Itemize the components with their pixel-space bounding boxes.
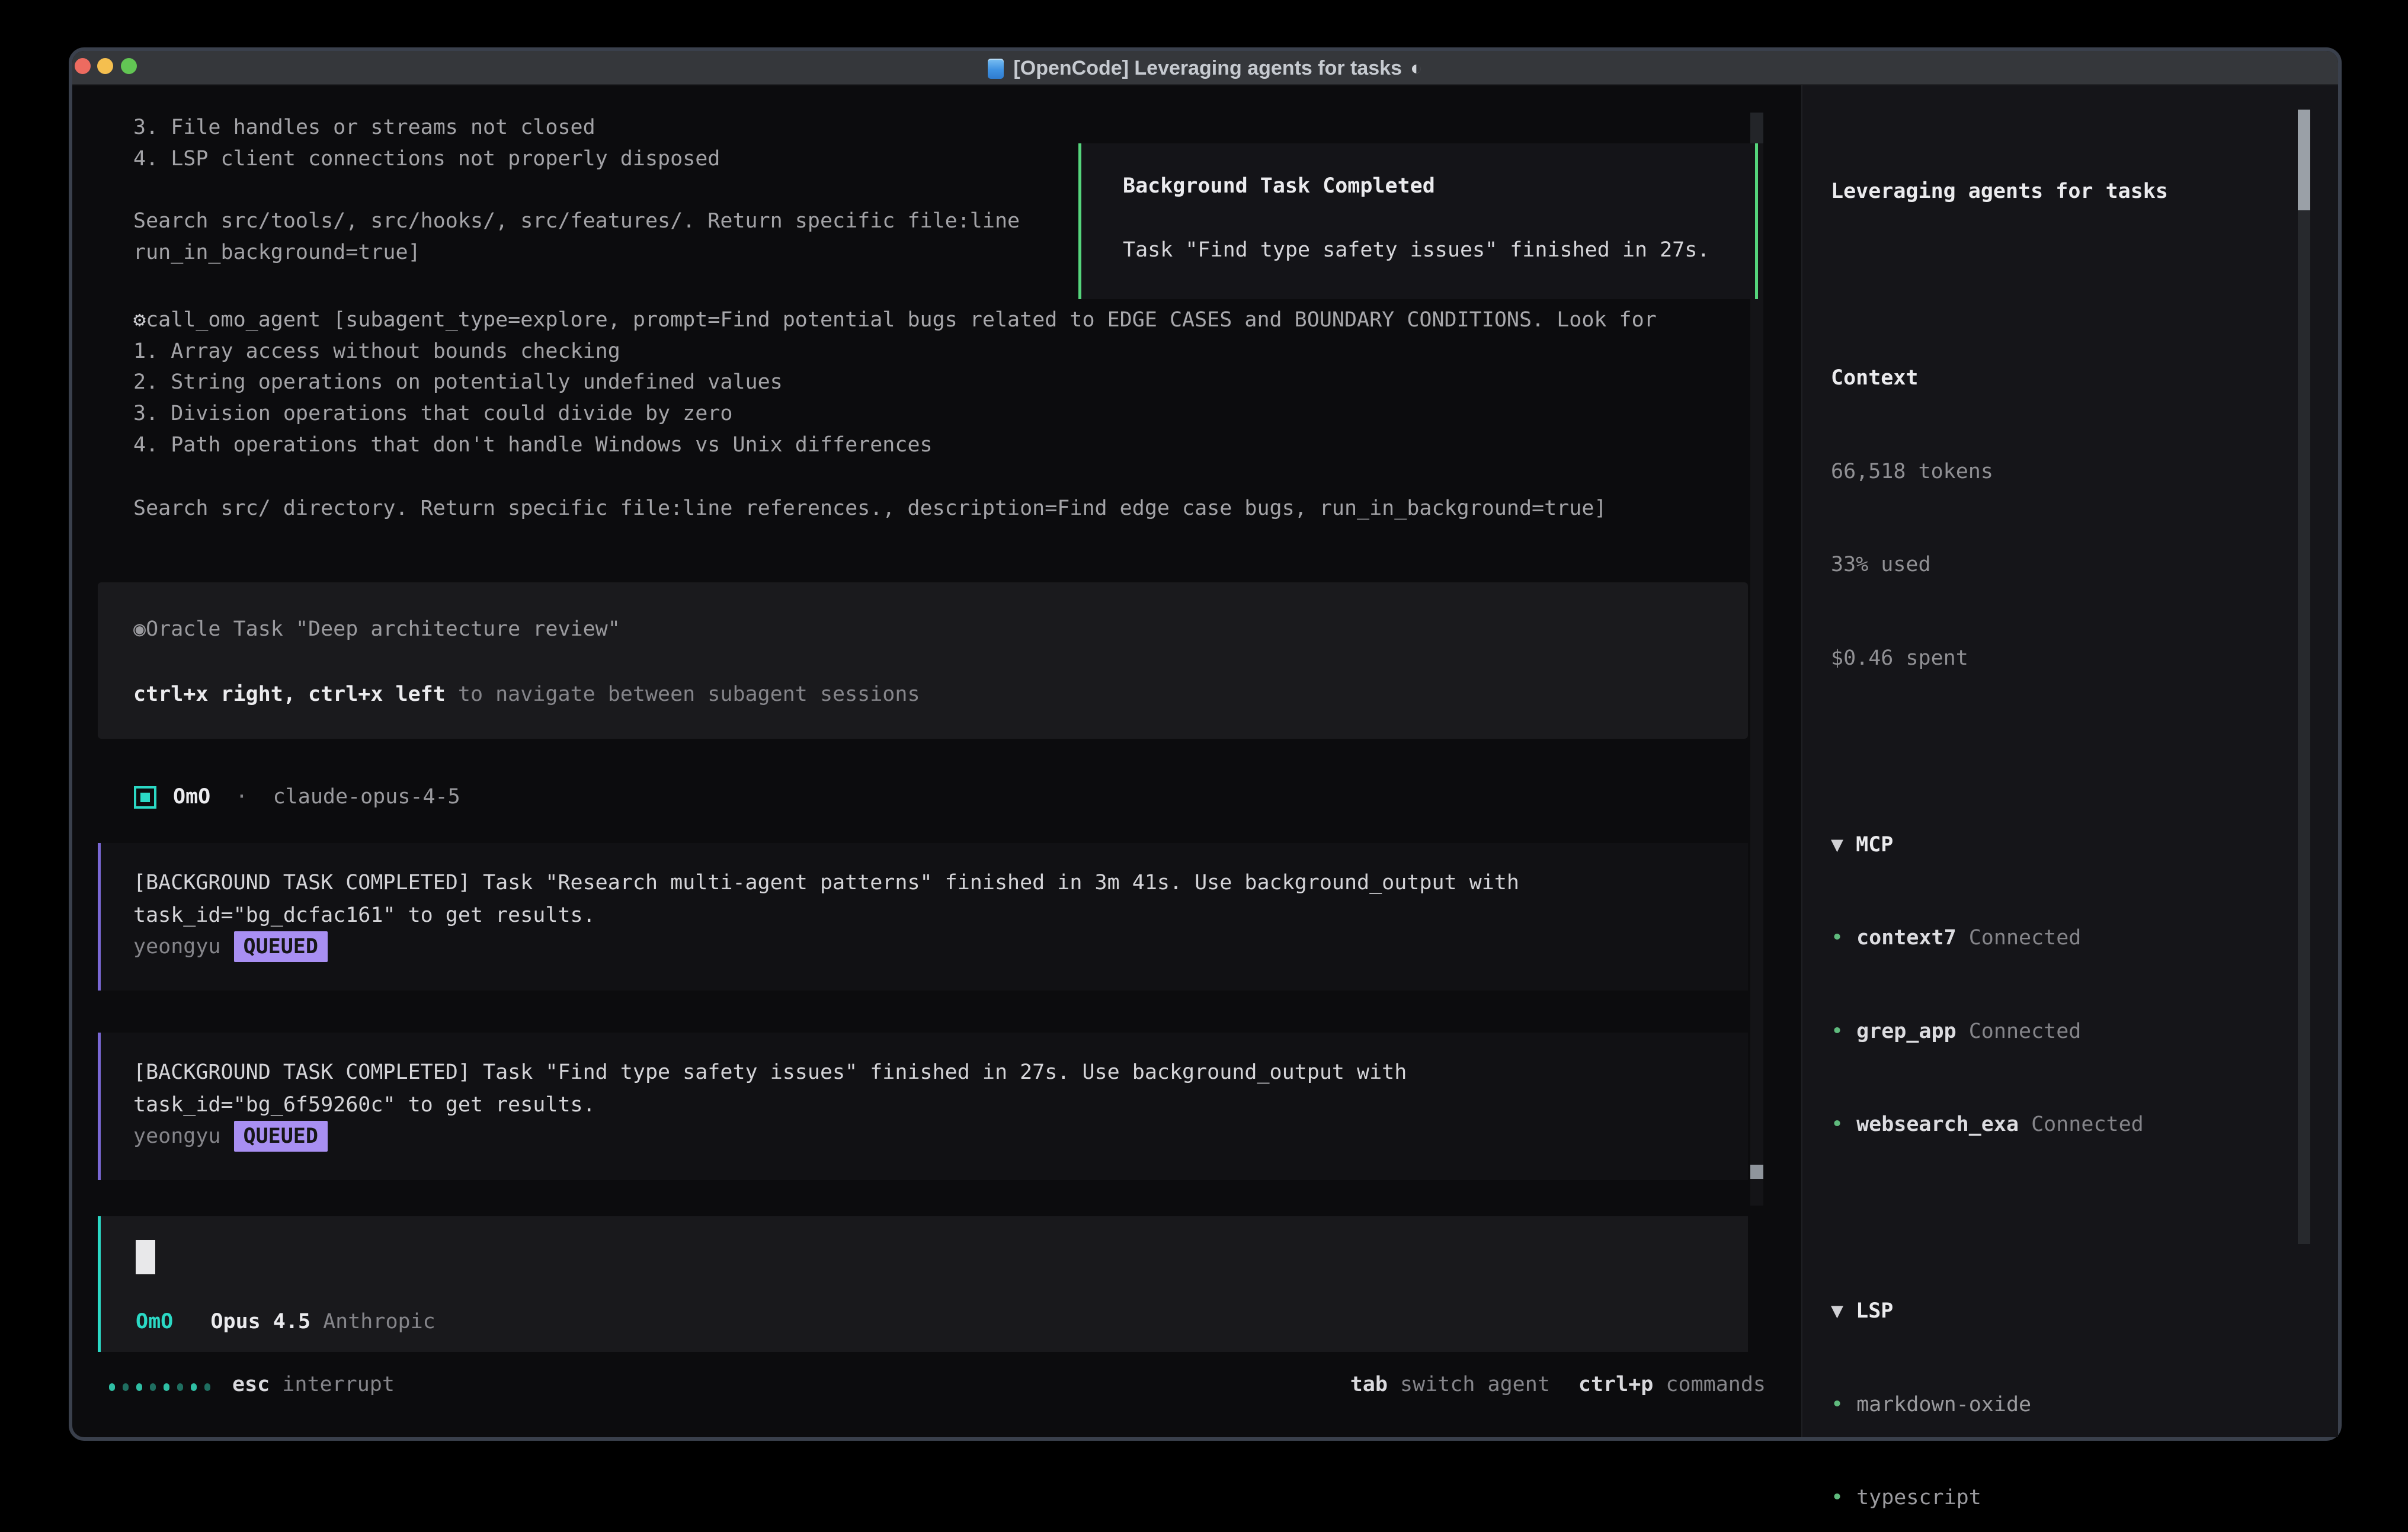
transcript-line: 4. Path operations that don't handle Win… — [133, 430, 933, 460]
transcript-line: run_in_background=true] — [133, 237, 421, 268]
mcp-item: •grep_app Connected — [1831, 1016, 2305, 1047]
chevron-down-icon: ▼ — [1831, 833, 1843, 857]
context-used: 33% used — [1831, 549, 2305, 581]
ctrlp-key-hint: ctrl+p — [1578, 1373, 1653, 1396]
record-icon: ◉ — [133, 617, 146, 641]
document-icon — [988, 59, 1004, 79]
provider-name: Anthropic — [323, 1310, 436, 1334]
session-title: Leveraging agents for tasks — [1831, 176, 2305, 207]
status-bar: esc interrupt tab switch agent ctrl+p co… — [109, 1369, 1766, 1400]
esc-key-label: interrupt — [282, 1373, 395, 1396]
screenshot-stage: [OpenCode] Leveraging agents for tasks◐ … — [0, 0, 2408, 1532]
bullet-icon: • — [1831, 926, 1843, 950]
mcp-item: •websearch_exa Connected — [1831, 1109, 2305, 1140]
status-badge: QUEUED — [234, 931, 328, 962]
window-title: [OpenCode] Leveraging agents for tasks◐ — [72, 51, 2338, 85]
chevron-down-icon: ▼ — [1831, 1299, 1843, 1323]
oracle-task-card: ◉Oracle Task "Deep architecture review" … — [98, 582, 1748, 739]
spinner-dots-icon — [109, 1373, 218, 1396]
transcript-line: 1. Array access without bounds checking — [133, 336, 620, 367]
mcp-section-header[interactable]: ▼ MCP — [1831, 829, 2305, 861]
lsp-item: •markdown-oxide — [1831, 1389, 2305, 1421]
main-scrollbar-thumb[interactable] — [1750, 1165, 1763, 1179]
background-task-toast[interactable]: Background Task Completed Task "Find typ… — [1078, 143, 1758, 299]
prompt-input[interactable]: OmO Opus 4.5 Anthropic — [98, 1216, 1748, 1352]
task-message-line: task_id="bg_dcfac161" to get results. — [133, 900, 595, 931]
agent-header: OmO · claude-opus-4-5 — [173, 781, 460, 812]
mcp-item: •context7 Connected — [1831, 922, 2305, 954]
bullet-icon: • — [1831, 1020, 1843, 1043]
transcript-line: 4. LSP client connections not properly d… — [133, 143, 720, 174]
agent-square-icon — [134, 786, 156, 809]
task-message-meta: yeongyu QUEUED — [133, 931, 328, 962]
main-scrollbar-thumb-top[interactable] — [1750, 113, 1763, 143]
toast-body: Task "Find type safety issues" finished … — [1123, 238, 1709, 262]
task-message-meta: yeongyu QUEUED — [133, 1121, 328, 1152]
bullet-icon: • — [1831, 1486, 1843, 1509]
ctrlp-key-label: commands — [1666, 1373, 1766, 1396]
transcript-line: 2. String operations on potentially unde… — [133, 367, 783, 398]
status-left: esc interrupt — [109, 1373, 395, 1396]
lsp-item: •typescript — [1831, 1482, 2305, 1514]
tab-key-label: switch agent — [1400, 1373, 1550, 1396]
status-badge: QUEUED — [234, 1121, 328, 1152]
tool-call-text: call_omo_agent [subagent_type=explore, p… — [146, 308, 1657, 332]
agent-name: OmO — [136, 1310, 173, 1334]
tool-call-line: ⚙call_omo_agent [subagent_type=explore, … — [133, 305, 1657, 335]
gear-icon: ⚙ — [133, 308, 146, 332]
author-name: yeongyu — [133, 1121, 221, 1152]
transcript-line: 3. Division operations that could divide… — [133, 398, 732, 429]
task-message-line: [BACKGROUND TASK COMPLETED] Task "Resear… — [133, 867, 1519, 898]
task-message-card: [BACKGROUND TASK COMPLETED] Task "Find t… — [98, 1033, 1748, 1180]
bullet-icon: • — [1831, 1113, 1843, 1136]
transcript-line: 3. File handles or streams not closed — [133, 112, 595, 143]
model-name: Opus 4.5 — [210, 1310, 310, 1334]
context-spent: $0.46 spent — [1831, 643, 2305, 674]
context-section-label: Context — [1831, 363, 2305, 394]
task-message-line: task_id="bg_6f59260c" to get results. — [133, 1089, 595, 1120]
transcript-line: Search src/tools/, src/hooks/, src/featu… — [133, 206, 1020, 236]
context-tokens: 66,518 tokens — [1831, 456, 2305, 488]
author-name: yeongyu — [133, 931, 221, 962]
transcript-line: Search src/ directory. Return specific f… — [133, 493, 1606, 524]
toast-title: Background Task Completed — [1123, 174, 1435, 198]
half-circle-icon: ◐ — [1410, 57, 1423, 79]
tab-key-hint: tab — [1350, 1373, 1388, 1396]
oracle-task-hint: ctrl+x right, ctrl+x left to navigate be… — [133, 679, 920, 710]
input-model-row: OmO Opus 4.5 Anthropic — [136, 1306, 436, 1337]
status-right: tab switch agent ctrl+p commands — [1350, 1373, 1766, 1396]
oracle-task-title: ◉Oracle Task "Deep architecture review" — [133, 614, 620, 645]
text-cursor — [136, 1240, 155, 1274]
lsp-section-header[interactable]: ▼ LSP — [1831, 1296, 2305, 1327]
bullet-icon: • — [1831, 1393, 1843, 1416]
task-message-card: [BACKGROUND TASK COMPLETED] Task "Resear… — [98, 843, 1748, 991]
sidebar-content: Leveraging agents for tasks Context 66,5… — [1831, 114, 2305, 1532]
task-message-line: [BACKGROUND TASK COMPLETED] Task "Find t… — [133, 1057, 1407, 1088]
esc-key-hint: esc — [232, 1373, 270, 1396]
